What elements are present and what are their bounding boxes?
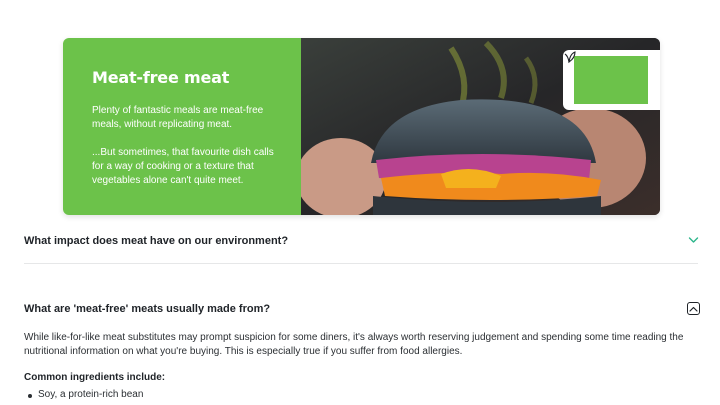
- hero-photo: [301, 38, 660, 215]
- faq-item-ingredients[interactable]: What are 'meat-free' meats usually made …: [24, 303, 698, 315]
- chevron-down-icon[interactable]: [688, 236, 699, 244]
- ingredients-heading: Common ingredients include:: [24, 372, 166, 383]
- chevron-up-icon: [689, 306, 698, 312]
- chevron-up-box-icon[interactable]: [687, 302, 700, 315]
- faq-answer-ingredients: While like-for-like meat substitutes may…: [24, 332, 684, 357]
- hero-paragraph-1: Plenty of fantastic meals are meat-free …: [92, 105, 264, 130]
- hero-paragraph-2: ...But sometimes, that favourite dish ca…: [92, 147, 274, 186]
- ingredients-list: Soy, a protein-rich bean: [24, 389, 143, 400]
- hero-banner: Meat-free meat Plenty of fantastic meals…: [63, 38, 660, 215]
- faq-question-ingredients[interactable]: What are 'meat-free' meats usually made …: [24, 303, 698, 315]
- leaf-logo-icon: [564, 51, 576, 64]
- list-item: Soy, a protein-rich bean: [24, 389, 143, 400]
- logo-background: [564, 51, 648, 104]
- faq-divider: [24, 263, 698, 264]
- hero-text-panel: Meat-free meat Plenty of fantastic meals…: [63, 38, 301, 215]
- hero-title: Meat-free meat: [92, 68, 230, 87]
- logo-badge: [563, 50, 660, 110]
- faq-question-environment[interactable]: What impact does meat have on our enviro…: [24, 235, 698, 247]
- faq-item-environment[interactable]: What impact does meat have on our enviro…: [24, 235, 698, 247]
